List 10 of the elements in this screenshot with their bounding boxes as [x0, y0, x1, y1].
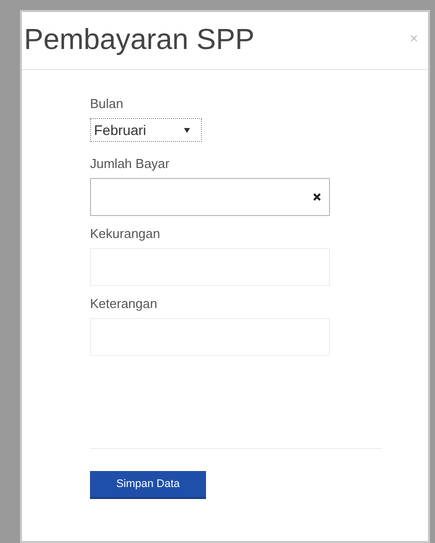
field-label: Kekurangan [90, 226, 162, 242]
field-label: Bulan [90, 96, 124, 112]
field-label: Jumlah Bayar [90, 156, 170, 172]
input-field[interactable] [90, 178, 330, 216]
month-dropdown[interactable]: Februari [90, 118, 202, 142]
modal-title: Pembayaran SPP [24, 23, 255, 58]
submit-button[interactable]: Simpan Data [90, 471, 206, 500]
clear-icon[interactable] [313, 193, 321, 201]
field-label: Keterangan [90, 296, 158, 312]
dropdown-arrow-icon [184, 128, 190, 132]
